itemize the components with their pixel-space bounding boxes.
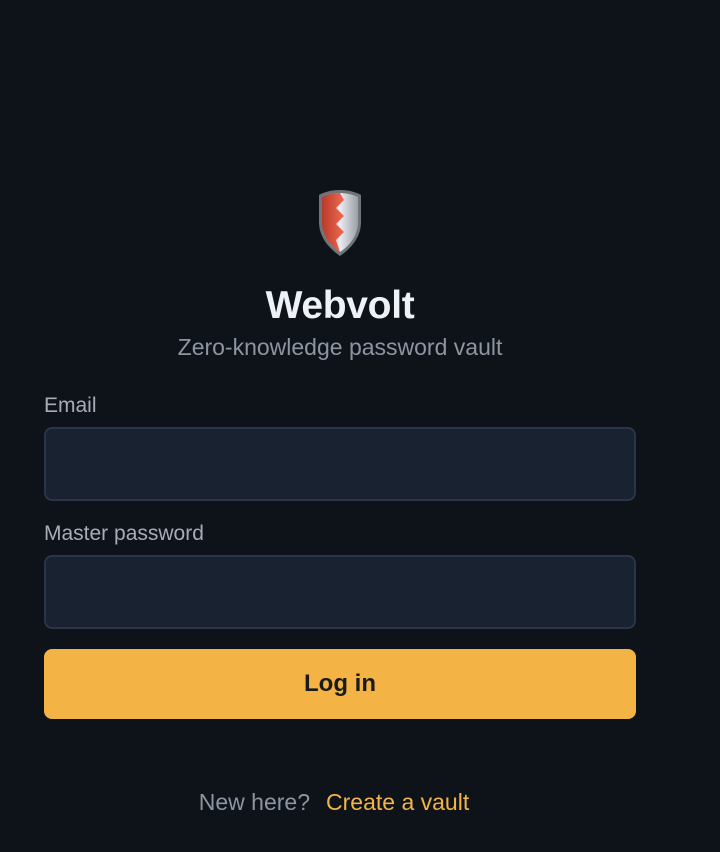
email-field[interactable]	[44, 427, 636, 501]
app-title: Webvolt	[265, 284, 415, 327]
master-password-label: Master password	[44, 522, 204, 545]
create-vault-link[interactable]: Create a vault	[326, 789, 469, 815]
signup-prompt: New here? Create a vault	[0, 789, 668, 816]
email-label: Email	[44, 394, 97, 417]
log-in-button[interactable]: Log in	[44, 649, 636, 719]
shield-icon	[319, 190, 361, 256]
login-page: Webvolt Zero-knowledge password vault Em…	[0, 0, 720, 852]
app-tagline: Zero-knowledge password vault	[177, 334, 503, 360]
new-here-text: New here?	[198, 789, 311, 815]
master-password-field[interactable]	[44, 555, 636, 629]
